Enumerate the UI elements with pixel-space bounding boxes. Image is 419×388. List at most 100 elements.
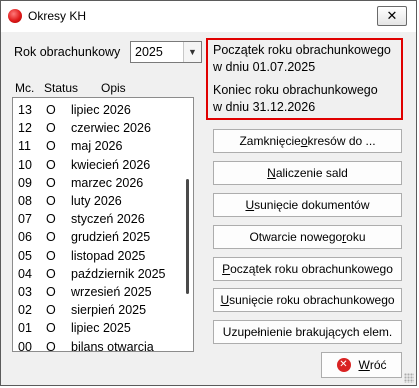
col-header-status: Status xyxy=(44,81,79,95)
list-item-opis: maj 2026 xyxy=(71,139,123,154)
list-item-mc: 04 xyxy=(18,266,32,281)
list-item-opis: wrzesień 2025 xyxy=(71,285,152,299)
list-item[interactable]: 13 Olipiec 2026 xyxy=(13,101,183,119)
usuniecie-dokumentow-button[interactable]: Usunięcie dokumentów xyxy=(213,193,402,217)
col-header-opis: Opis xyxy=(101,81,126,95)
btn-label-post: róć xyxy=(369,358,387,372)
list-item[interactable]: 07 Ostyczeń 2026 xyxy=(13,210,183,228)
list-item[interactable]: 09 Omarzec 2026 xyxy=(13,174,183,192)
list-item[interactable]: 05 Olistopad 2025 xyxy=(13,247,183,265)
list-item[interactable]: 02 Osierpień 2025 xyxy=(13,301,183,319)
close-button[interactable]: ✕ xyxy=(377,6,407,26)
list-item-status: O xyxy=(46,285,56,299)
list-item-status: O xyxy=(46,339,56,352)
app-icon xyxy=(8,9,22,23)
btn-label-key: P xyxy=(222,262,231,276)
poczatek-roku-button[interactable]: Początek roku obrachunkowego xyxy=(213,257,402,281)
list-item-opis: październik 2025 xyxy=(71,266,166,281)
btn-label-post: oku xyxy=(346,230,366,244)
list-item[interactable]: 04 Opaździernik 2025 xyxy=(13,265,183,283)
list-item-status: O xyxy=(46,266,56,281)
btn-label-key: N xyxy=(267,166,276,180)
list-item-opis: czerwiec 2026 xyxy=(71,121,151,136)
cancel-x-icon: ✕ xyxy=(336,358,351,372)
list-item-mc: 08 xyxy=(18,194,32,208)
list-item-status: O xyxy=(46,175,56,190)
list-item[interactable]: 12 Oczerwiec 2026 xyxy=(13,119,183,137)
btn-label-key: o xyxy=(300,134,308,148)
list-item[interactable]: 06 Ogrudzień 2025 xyxy=(13,228,183,246)
list-item-mc: 12 xyxy=(18,121,32,136)
list-item-status: O xyxy=(46,248,56,263)
wroc-button[interactable]: ✕ Wróć xyxy=(321,352,402,378)
list-item[interactable]: 03 Owrzesień 2025 xyxy=(13,283,183,301)
list-item-mc: 06 xyxy=(18,230,32,245)
start-label: Początek roku obrachunkowego xyxy=(213,43,391,57)
list-item[interactable]: 11 Omaj 2026 xyxy=(13,137,183,155)
btn-label-key: U xyxy=(245,198,255,212)
list-item-status: O xyxy=(46,103,56,117)
periods-list[interactable]: 13 Olipiec 2026 12 Oczerwiec 2026 11 Omaj 202… xyxy=(12,97,194,352)
zamkniecie-okresow-button[interactable]: Zamknięcie o kresów do ... xyxy=(213,129,402,153)
list-item-mc: 00 xyxy=(18,339,32,352)
list-item-opis: lipiec 2026 xyxy=(71,103,131,117)
list-item[interactable]: 00 Obilans otwarcia xyxy=(13,338,183,352)
list-item-opis: listopad 2025 xyxy=(71,248,146,263)
list-item-mc: 02 xyxy=(18,303,32,318)
list-item-status: O xyxy=(46,212,56,227)
uzupelnienie-button[interactable]: Uzupełnienie brakujących elem. xyxy=(213,320,402,344)
btn-label-key: W xyxy=(358,358,370,372)
resize-grip[interactable] xyxy=(404,373,414,383)
list-item-mc: 01 xyxy=(18,321,32,336)
list-item-status: O xyxy=(46,157,56,172)
list-item[interactable]: 01 Olipiec 2025 xyxy=(13,319,183,337)
rok-label: Rok obrachunkowy xyxy=(14,45,121,59)
close-icon: ✕ xyxy=(386,8,398,23)
title-bar: Okresy KH ✕ xyxy=(1,1,416,32)
list-item[interactable]: 10 Okwiecień 2026 xyxy=(13,156,183,174)
otwarcie-nowego-roku-button[interactable]: Otwarcie nowego r oku xyxy=(213,225,402,249)
btn-label-key: U xyxy=(220,293,230,307)
scrollbar-thumb[interactable] xyxy=(186,179,189,294)
list-item-opis: marzec 2026 xyxy=(71,175,144,190)
list-item-mc: 10 xyxy=(18,157,32,172)
rok-select-value: 2025 xyxy=(135,45,163,59)
end-date: w dniu 31.12.2026 xyxy=(213,100,316,114)
chevron-down-icon[interactable]: ▼ xyxy=(183,42,201,62)
okresy-kh-window: Okresy KH ✕ Rok obrachunkowy 2025 ▼ Pocz… xyxy=(0,0,417,386)
col-header-mc: Mc. xyxy=(15,81,35,95)
btn-label-post: sunięcie dokumentów xyxy=(254,198,370,212)
start-date: w dniu 01.07.2025 xyxy=(213,60,316,74)
list-item[interactable]: 08 Oluty 2026 xyxy=(13,192,183,210)
btn-label-pre: Uzupełnienie brakujących elem. xyxy=(222,325,393,339)
btn-label-pre: Zamknięcie xyxy=(239,134,301,148)
end-label: Koniec roku obrachunkowego xyxy=(213,83,378,97)
list-item-opis: sierpień 2025 xyxy=(71,303,147,318)
btn-label-pre: Otwarcie nowego xyxy=(249,230,343,244)
list-item-opis: lipiec 2025 xyxy=(71,321,131,336)
list-item-opis: styczeń 2026 xyxy=(71,212,145,227)
window-title: Okresy KH xyxy=(28,9,87,23)
naliczenie-sald-button[interactable]: Naliczenie sald xyxy=(213,161,402,185)
dialog-body: Rok obrachunkowy 2025 ▼ Początek roku ob… xyxy=(7,32,410,379)
list-item-status: O xyxy=(46,194,56,208)
list-item-opis: grudzień 2025 xyxy=(71,230,151,245)
list-item-mc: 07 xyxy=(18,212,32,227)
list-item-status: O xyxy=(46,303,56,318)
btn-label-post: aliczenie sald xyxy=(275,166,348,180)
year-info-box: Początek roku obrachunkowego w dniu 01.0… xyxy=(206,38,403,120)
usuniecie-roku-button[interactable]: Usunięcie roku obrachunkowego xyxy=(213,288,402,312)
btn-label-post: sunięcie roku obrachunkowego xyxy=(229,293,395,307)
list-item-status: O xyxy=(46,121,56,136)
btn-label-post: oczątek roku obrachunkowego xyxy=(230,262,393,276)
list-scrollbar[interactable] xyxy=(183,99,192,350)
list-item-opis: bilans otwarcia xyxy=(71,339,154,352)
list-item-mc: 13 xyxy=(18,103,32,117)
list-item-opis: luty 2026 xyxy=(71,194,122,208)
list-item-mc: 03 xyxy=(18,285,32,299)
list-item-mc: 05 xyxy=(18,248,32,263)
list-item-status: O xyxy=(46,139,56,154)
list-item-mc: 11 xyxy=(18,139,31,154)
rok-select[interactable]: 2025 ▼ xyxy=(130,41,202,63)
btn-label-post: kresów do ... xyxy=(307,134,376,148)
